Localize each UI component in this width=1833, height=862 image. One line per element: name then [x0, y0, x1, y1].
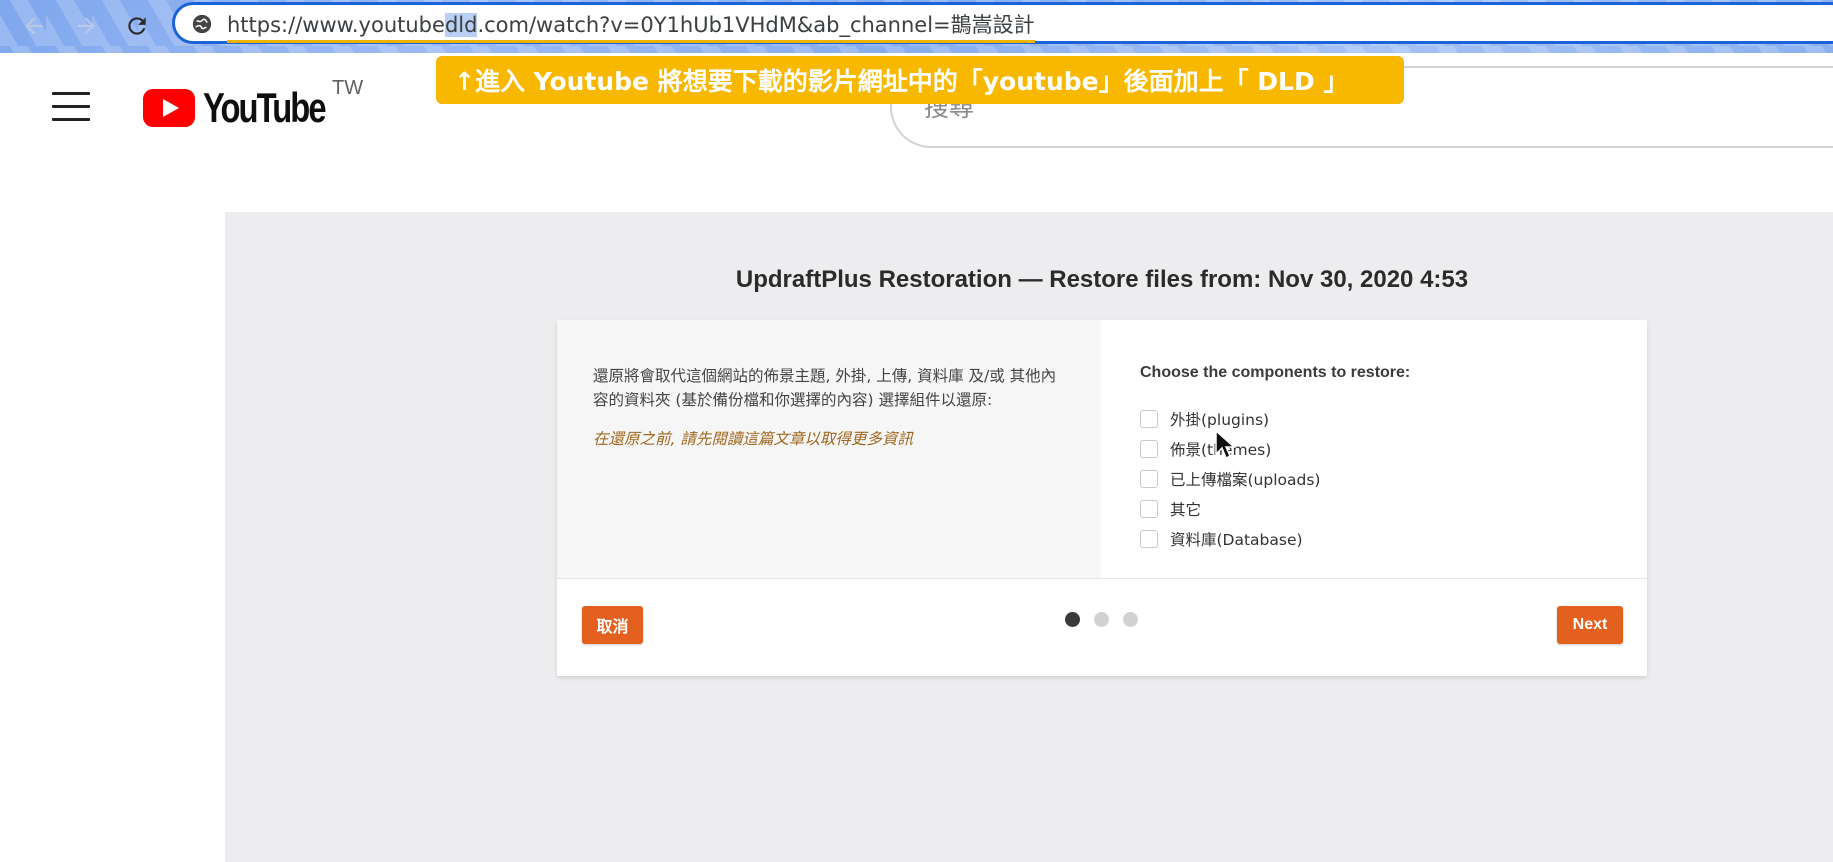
cancel-button[interactable]: 取消	[582, 606, 643, 644]
region-code: TW	[332, 77, 364, 99]
youtube-play-logo-icon[interactable]	[143, 88, 195, 128]
footer-divider	[557, 578, 1647, 579]
component-label: 已上傳檔案(uploads)	[1170, 471, 1321, 489]
reload-button[interactable]	[119, 8, 155, 44]
site-info-icon[interactable]	[191, 13, 213, 35]
url-suffix: .com/watch?v=0Y1hUb1VHdM&ab_channel=鵲嵩設計	[477, 13, 1035, 37]
url-selected-part: dld	[444, 13, 478, 37]
reload-icon	[128, 17, 146, 35]
others-checkbox[interactable]	[1140, 500, 1158, 518]
database-checkbox[interactable]	[1140, 530, 1158, 548]
themes-checkbox[interactable]	[1140, 440, 1158, 458]
tutorial-annotation-banner: ↑進入 Youtube 將想要下載的影片網址中的「youtube」後面加上「 D…	[436, 56, 1404, 104]
restore-wizard-card: 還原將會取代這個網站的佈景主題, 外掛, 上傳, 資料庫 及/或 其他內容的資料…	[557, 320, 1647, 676]
step-dot-1	[1065, 612, 1080, 627]
component-option-others[interactable]: 其它	[1140, 494, 1320, 524]
back-button[interactable]	[16, 8, 52, 44]
forward-button[interactable]	[68, 8, 104, 44]
restore-screenshot-panel: UpdraftPlus Restoration — Restore files …	[225, 212, 1833, 862]
hamburger-menu-icon[interactable]	[52, 92, 90, 122]
plugins-checkbox[interactable]	[1140, 410, 1158, 428]
restore-title: UpdraftPlus Restoration — Restore files …	[735, 266, 1469, 293]
component-list: 外掛(plugins) 佈景(themes) 已上傳檔案(uploads) 其它…	[1140, 404, 1320, 554]
mouse-pointer-icon	[1215, 430, 1236, 460]
url-text[interactable]: https://www.youtubedld.com/watch?v=0Y1hU…	[227, 10, 1035, 43]
restore-description: 還原將會取代這個網站的佈景主題, 外掛, 上傳, 資料庫 及/或 其他內容的資料…	[593, 367, 1057, 409]
next-button[interactable]: Next	[1557, 606, 1623, 644]
uploads-checkbox[interactable]	[1140, 470, 1158, 488]
restore-warning-link[interactable]: 在還原之前, 請先閱讀這篇文章以取得更多資訊	[593, 427, 913, 449]
component-label: 其它	[1170, 501, 1202, 519]
arrow-left-icon	[25, 17, 43, 35]
component-label: 資料庫(Database)	[1170, 531, 1303, 549]
arrow-right-icon	[77, 17, 95, 35]
component-option-database[interactable]: 資料庫(Database)	[1140, 524, 1320, 554]
step-indicator	[1065, 612, 1138, 627]
address-bar[interactable]: https://www.youtubedld.com/watch?v=0Y1hU…	[172, 2, 1833, 44]
url-prefix: https://www.youtube	[227, 13, 445, 37]
youtube-wordmark[interactable]: YouTube	[203, 84, 327, 132]
restore-info-pane	[557, 320, 1101, 578]
component-label: 外掛(plugins)	[1170, 411, 1270, 429]
component-option-uploads[interactable]: 已上傳檔案(uploads)	[1140, 464, 1320, 494]
step-dot-3	[1123, 612, 1138, 627]
step-dot-2	[1094, 612, 1109, 627]
browser-toolbar: https://www.youtubedld.com/watch?v=0Y1hU…	[0, 0, 1833, 53]
components-heading: Choose the components to restore:	[1140, 364, 1411, 381]
